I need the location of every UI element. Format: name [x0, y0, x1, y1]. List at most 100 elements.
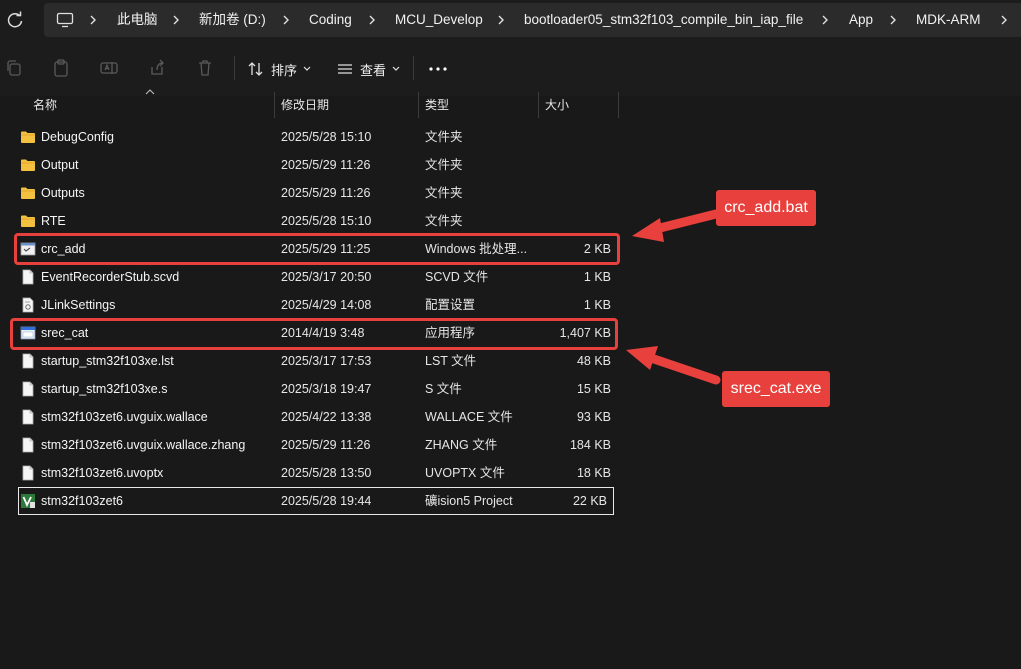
file-name: Outputs — [41, 186, 85, 200]
arrow-to-crc-add — [632, 209, 721, 242]
column-divider[interactable] — [618, 92, 619, 118]
toolbar-divider — [234, 56, 235, 80]
file-modified: 2025/3/17 20:50 — [281, 270, 372, 284]
copy-icon[interactable] — [4, 58, 24, 78]
file-row-keil-project[interactable]: stm32f103zet6 2025/5/28 19:44 礦ision5 Pr… — [18, 487, 614, 515]
file-name: stm32f103zet6.uvguix.wallace.zhang — [41, 438, 246, 452]
file-name: stm32f103zet6 — [41, 494, 123, 508]
file-icon — [22, 269, 34, 285]
address-bar[interactable]: 此电脑 新加卷 (D:) Coding MCU_Develop bootload… — [44, 3, 1021, 37]
file-modified: 2025/3/17 17:53 — [281, 354, 372, 368]
sort-ascending-icon — [145, 89, 155, 95]
file-row-jlinksettings[interactable]: JLinkSettings 2025/4/29 14:08 配置设置 1 KB — [18, 291, 618, 319]
breadcrumb-coding[interactable]: Coding — [309, 3, 352, 37]
arrow-to-srec-cat — [626, 346, 721, 385]
address-bar-area: 此电脑 新加卷 (D:) Coding MCU_Develop bootload… — [0, 0, 1021, 40]
file-name: JLinkSettings — [41, 298, 116, 312]
column-divider[interactable] — [418, 92, 419, 118]
file-size: 48 KB — [576, 354, 611, 368]
breadcrumb-bootloader-folder[interactable]: bootloader05_stm32f103_compile_bin_iap_f… — [524, 3, 803, 37]
file-row-debugconfig[interactable]: DebugConfig 2025/5/28 15:10 文件夹 — [18, 123, 618, 151]
rename-icon[interactable] — [99, 58, 119, 78]
file-type: ZHANG 文件 — [425, 438, 498, 452]
column-divider[interactable] — [274, 92, 275, 118]
file-type: 文件夹 — [425, 186, 463, 200]
file-name: startup_stm32f103xe.s — [41, 382, 168, 396]
file-size: 1 KB — [583, 270, 611, 284]
keil-project-icon — [21, 494, 35, 508]
file-modified: 2025/5/28 15:10 — [281, 214, 372, 228]
file-type: SCVD 文件 — [425, 270, 489, 284]
file-row-outputs[interactable]: Outputs 2025/5/29 11:26 文件夹 — [18, 179, 618, 207]
callout-srec-cat-exe: srec_cat.exe — [722, 371, 830, 407]
breadcrumb-drive-d[interactable]: 新加卷 (D:) — [199, 3, 266, 37]
breadcrumb-app[interactable]: App — [849, 3, 873, 37]
file-modified: 2025/5/29 11:26 — [281, 438, 371, 452]
file-name: stm32f103zet6.uvguix.wallace — [41, 410, 208, 424]
view-button[interactable]: 查看 — [336, 56, 400, 82]
chevron-right-icon[interactable] — [496, 14, 506, 26]
file-modified: 2025/5/29 11:26 — [281, 186, 371, 200]
file-modified: 2025/4/29 14:08 — [281, 298, 372, 312]
callout-crc-add-bat: crc_add.bat — [716, 190, 816, 226]
chevron-down-icon — [303, 66, 311, 71]
file-icon — [22, 409, 34, 425]
file-type: 文件夹 — [425, 214, 463, 228]
breadcrumb-mdk-arm[interactable]: MDK-ARM — [916, 3, 981, 37]
file-modified: 2025/5/28 13:50 — [281, 466, 372, 480]
file-type: 礦ision5 Project — [425, 494, 513, 508]
file-name: startup_stm32f103xe.lst — [41, 354, 174, 368]
file-type: 文件夹 — [425, 158, 463, 172]
column-header-modified[interactable]: 修改日期 — [281, 92, 329, 118]
file-row-eventrecorderstub[interactable]: EventRecorderStub.scvd 2025/3/17 20:50 S… — [18, 263, 618, 291]
file-size: 184 KB — [569, 438, 611, 452]
paste-icon[interactable] — [51, 58, 71, 78]
file-row-uvoptx[interactable]: stm32f103zet6.uvoptx 2025/5/28 13:50 UVO… — [18, 459, 618, 487]
chevron-right-icon[interactable] — [888, 14, 898, 26]
command-bar: 排序 查看 — [0, 40, 1021, 96]
file-icon — [22, 353, 34, 369]
file-size: 22 KB — [572, 494, 607, 508]
file-modified: 2025/4/22 13:38 — [281, 410, 372, 424]
file-type: UVOPTX 文件 — [425, 466, 505, 480]
file-type: 文件夹 — [425, 130, 463, 144]
file-row-rte[interactable]: RTE 2025/5/28 15:10 文件夹 — [18, 207, 618, 235]
file-row-uvguix-wallace[interactable]: stm32f103zet6.uvguix.wallace 2025/4/22 1… — [18, 403, 618, 431]
file-row-output[interactable]: Output 2025/5/29 11:26 文件夹 — [18, 151, 618, 179]
chevron-right-icon[interactable] — [171, 14, 181, 26]
settings-file-icon — [22, 297, 34, 313]
highlight-box-crc-add — [14, 233, 620, 265]
sort-button[interactable]: 排序 — [247, 56, 311, 82]
column-header-name[interactable]: 名称 — [33, 92, 57, 118]
file-row-uvguix-wallace-zhang[interactable]: stm32f103zet6.uvguix.wallace.zhang 2025/… — [18, 431, 618, 459]
chevron-right-icon[interactable] — [999, 14, 1009, 26]
file-name: EventRecorderStub.scvd — [41, 270, 180, 284]
file-modified: 2025/5/28 19:44 — [281, 494, 372, 508]
file-row-startup-lst[interactable]: startup_stm32f103xe.lst 2025/3/17 17:53 … — [18, 347, 618, 375]
highlight-box-srec-cat — [10, 318, 618, 350]
chevron-right-icon[interactable] — [820, 14, 830, 26]
breadcrumb-mcu-develop[interactable]: MCU_Develop — [395, 3, 483, 37]
file-icon — [22, 381, 34, 397]
file-modified: 2025/5/28 15:10 — [281, 130, 372, 144]
file-icon — [22, 437, 34, 453]
more-options-icon[interactable] — [428, 60, 448, 76]
file-size: 15 KB — [576, 382, 611, 396]
column-header-type[interactable]: 类型 — [425, 92, 449, 118]
file-row-startup-s[interactable]: startup_stm32f103xe.s 2025/3/18 19:47 S … — [18, 375, 618, 403]
chevron-down-icon — [392, 66, 400, 71]
folder-icon — [21, 187, 35, 199]
chevron-right-icon[interactable] — [88, 14, 98, 26]
breadcrumb-this-pc[interactable]: 此电脑 — [117, 3, 158, 37]
refresh-icon[interactable] — [4, 9, 26, 31]
folder-icon — [21, 159, 35, 171]
file-modified: 2025/3/18 19:47 — [281, 382, 372, 396]
column-divider[interactable] — [538, 92, 539, 118]
file-name: stm32f103zet6.uvoptx — [41, 466, 164, 480]
column-header-size[interactable]: 大小 — [545, 92, 569, 118]
sort-label: 排序 — [271, 62, 298, 78]
chevron-right-icon[interactable] — [281, 14, 291, 26]
share-icon[interactable] — [147, 58, 167, 78]
chevron-right-icon[interactable] — [367, 14, 377, 26]
delete-icon[interactable] — [195, 58, 215, 78]
